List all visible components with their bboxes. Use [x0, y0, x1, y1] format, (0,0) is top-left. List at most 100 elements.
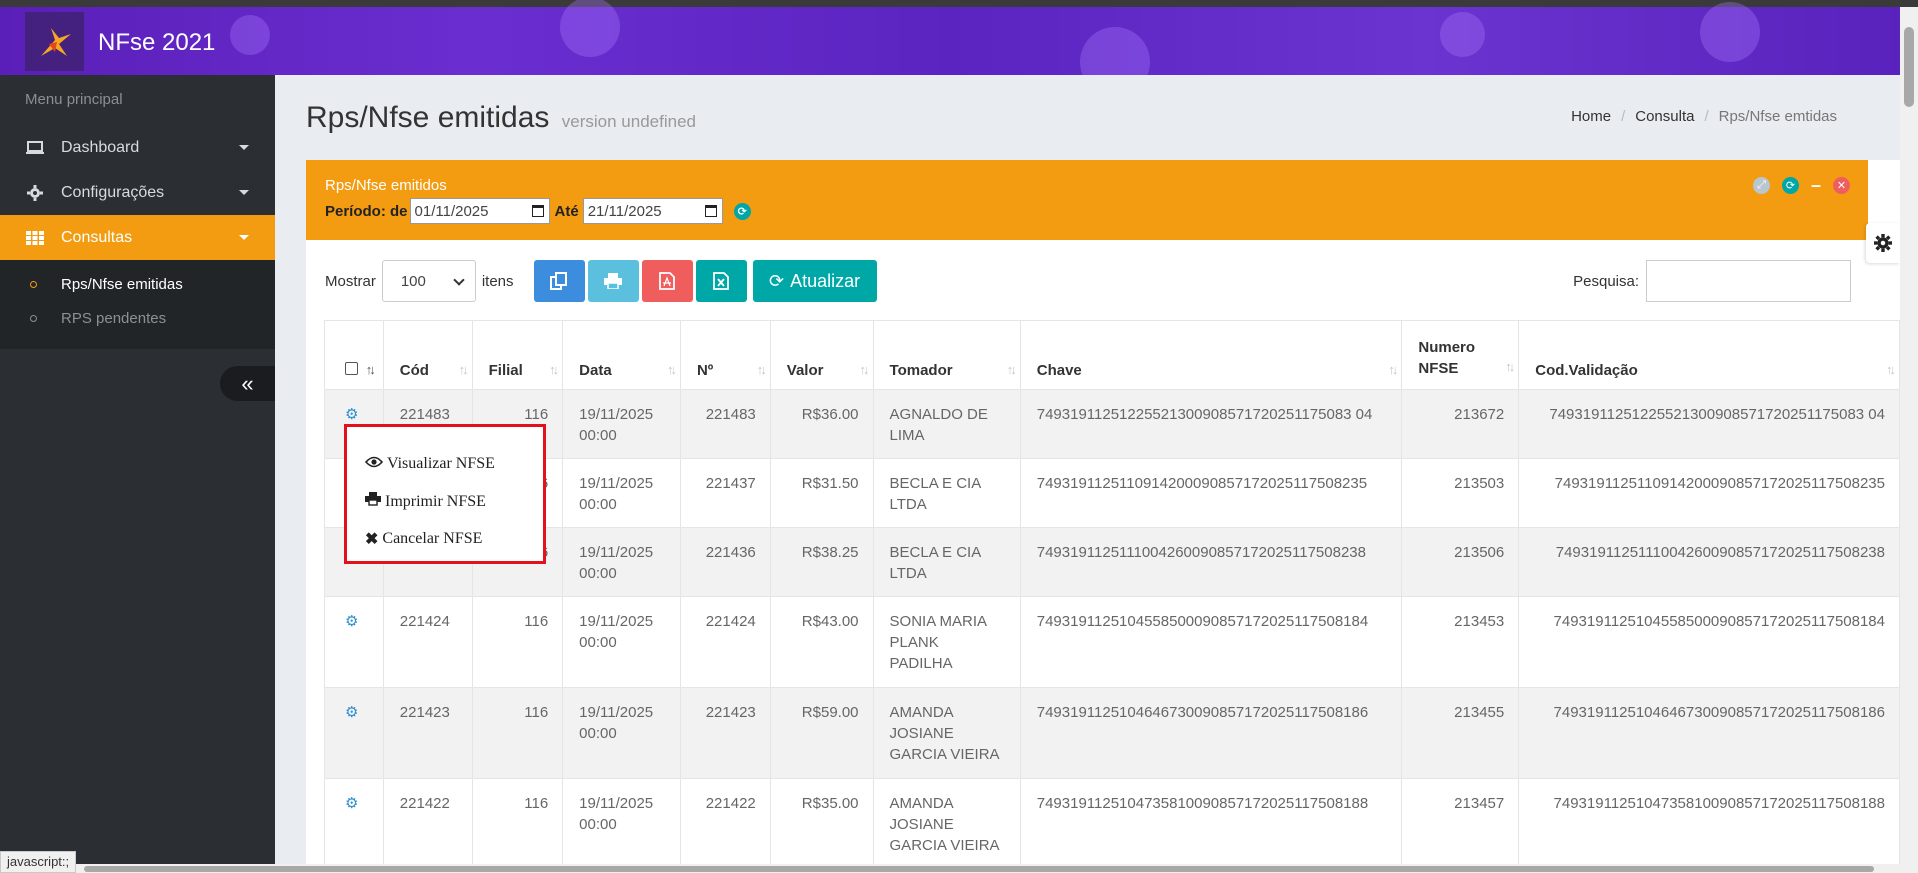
calendar-icon[interactable]	[704, 205, 717, 217]
sidebar-item-configuracoes[interactable]: Configurações	[0, 170, 275, 215]
cell-numero: 221436	[679, 527, 771, 597]
settings-toggle-button[interactable]	[1866, 223, 1900, 263]
breadcrumb-separator: /	[1704, 108, 1709, 125]
column-header-numero-nfse[interactable]: Numero NFSE ↑↓	[1401, 320, 1520, 390]
excel-icon	[713, 272, 729, 290]
submenu-item-rps-nfse-emitidas[interactable]: Rps/Nfse emitidas	[30, 276, 183, 293]
cell-chave: 7493191125104646730090857172025117508186	[1019, 687, 1403, 779]
menu-item-visualizar-nfse[interactable]: Visualizar NFSE	[364, 455, 495, 473]
gear-icon[interactable]: ⚙	[345, 795, 358, 812]
cell-cod-validacao: 74931911251225521300908571720251175083 0…	[1518, 389, 1900, 459]
column-label: Filial	[488, 362, 523, 379]
column-label: Nº	[696, 362, 714, 379]
gear-icon[interactable]: ⚙	[345, 704, 358, 721]
panel-tools: ⤢ ⟳ – ✕	[1752, 175, 1850, 196]
app-title: NFse 2021	[98, 29, 216, 56]
window-top-strip	[0, 0, 1918, 7]
search-label: Pesquisa:	[1573, 272, 1639, 290]
column-header-cod[interactable]: Cód ↑↓	[382, 320, 473, 390]
column-header-cod-validacao[interactable]: Cod.Validação ↑↓	[1518, 320, 1900, 390]
cell-chave: 7493191125104558500090857172025117508184	[1019, 596, 1403, 688]
vertical-scrollbar[interactable]	[1900, 7, 1918, 864]
gear-icon[interactable]: ⚙	[345, 613, 358, 630]
gear-icon	[25, 184, 45, 202]
cell-numero-nfse: 213672	[1401, 389, 1520, 459]
print-button[interactable]	[587, 260, 639, 302]
table-row[interactable]: ⚙ 221483 116 19/11/2025 00:00 221483 R$3…	[324, 389, 1900, 459]
column-header-numero[interactable]: Nº ↑↓	[679, 320, 771, 390]
items-label: itens	[481, 272, 514, 290]
sidebar: Menu principal Dashboard Configurações C…	[0, 75, 275, 873]
gear-icon[interactable]: ⚙	[345, 406, 358, 423]
cell-data: 19/11/2025 00:00	[562, 687, 681, 779]
table-row[interactable]: ⚙ 221423 116 19/11/2025 00:00 221423 R$5…	[324, 687, 1900, 779]
excel-button[interactable]	[695, 260, 747, 302]
copy-button[interactable]	[533, 260, 585, 302]
period-label: Período: de	[325, 202, 408, 220]
cell-tomador: BECLA E CIA LTDA	[872, 458, 1021, 528]
menu-item-cancelar-nfse[interactable]: ✖ Cancelar NFSE	[365, 529, 482, 549]
menu-item-imprimir-nfse[interactable]: Imprimir NFSE	[365, 492, 486, 511]
breadcrumb-consulta[interactable]: Consulta	[1635, 108, 1694, 125]
close-panel-button[interactable]: ✕	[1833, 177, 1850, 194]
breadcrumb-home[interactable]: Home	[1571, 108, 1611, 125]
circle-icon	[30, 315, 37, 322]
scrollbar-thumb[interactable]	[84, 866, 1874, 872]
table-icon	[25, 229, 45, 247]
pdf-button[interactable]	[641, 260, 693, 302]
column-label: Chave	[1036, 362, 1082, 379]
cell-tomador: AMANDA JOSIANE GARCIA VIEIRA	[872, 778, 1021, 864]
sort-icon[interactable]: ↑↓	[366, 362, 376, 377]
cell-filial: 116	[471, 687, 564, 779]
panel-header: Rps/Nfse emitidos Período: de 01/11/2025…	[306, 160, 1868, 240]
sort-icon: ↑↓	[756, 362, 767, 377]
minimize-button[interactable]: –	[1811, 175, 1821, 196]
cell-tomador: AGNALDO DE LIMA	[872, 389, 1021, 459]
app-header: NFse 2021	[0, 0, 1900, 97]
table-row[interactable]: ⚙ 221436 116 19/11/2025 00:00 221436 R$3…	[324, 527, 1900, 597]
table-row[interactable]: ⚙ 221422 116 19/11/2025 00:00 221422 R$3…	[324, 778, 1900, 864]
column-header-data[interactable]: Data ↑↓	[562, 320, 681, 390]
page-size-select[interactable]: 100	[381, 260, 476, 302]
close-icon: ✖	[365, 531, 379, 548]
chevron-down-icon	[239, 190, 249, 195]
sidebar-collapse-button[interactable]: «	[220, 366, 275, 401]
panel-refresh-button[interactable]: ⟳	[1781, 177, 1799, 194]
cell-numero-nfse: 213506	[1401, 527, 1520, 597]
column-label: Data	[579, 362, 612, 379]
sort-icon: ↑↓	[1006, 362, 1017, 377]
submenu-item-rps-pendentes[interactable]: RPS pendentes	[30, 310, 166, 327]
table-row[interactable]: ⚙ 221437 116 19/11/2025 00:00 221437 R$3…	[324, 458, 1900, 528]
column-header-chave[interactable]: Chave ↑↓	[1019, 320, 1403, 390]
column-header-valor[interactable]: Valor ↑↓	[769, 320, 874, 390]
table-row[interactable]: ⚙ 221424 116 19/11/2025 00:00 221424 R$4…	[324, 596, 1900, 688]
row-actions-cell: ⚙	[324, 778, 384, 864]
cell-numero: 221437	[679, 458, 771, 528]
page-title: Rps/Nfse emitidas version undefined	[306, 101, 696, 135]
cell-cod: 221422	[382, 778, 473, 864]
select-all-checkbox[interactable]	[345, 362, 358, 375]
scrollbar-thumb[interactable]	[1904, 27, 1914, 107]
sidebar-item-dashboard[interactable]: Dashboard	[0, 125, 275, 170]
double-chevron-left-icon: «	[241, 370, 254, 396]
calendar-icon[interactable]	[531, 205, 544, 217]
panel-title: Rps/Nfse emitidos	[325, 177, 447, 194]
column-header-tomador[interactable]: Tomador ↑↓	[872, 320, 1021, 390]
app-logo[interactable]	[25, 12, 84, 71]
sidebar-item-label: Consultas	[61, 228, 133, 246]
search-input[interactable]	[1646, 260, 1851, 302]
chevron-down-icon	[239, 145, 249, 150]
cell-numero: 221423	[679, 687, 771, 779]
sidebar-item-consultas[interactable]: Consultas	[0, 215, 275, 260]
cell-cod-validacao: 7493191125104646730090857172025117508186	[1518, 687, 1900, 779]
horizontal-scrollbar[interactable]	[0, 864, 1918, 873]
column-header-filial[interactable]: Filial ↑↓	[471, 320, 564, 390]
column-label: Numero NFSE	[1418, 339, 1476, 377]
date-from-input[interactable]: 01/11/2025	[409, 198, 550, 224]
laptop-icon	[25, 139, 45, 157]
cell-chave: 7493191125104735810090857172025117508188	[1019, 778, 1403, 864]
refresh-period-button[interactable]: ⟳	[733, 202, 751, 220]
date-to-input[interactable]: 21/11/2025	[582, 198, 723, 224]
expand-button[interactable]: ⤢	[1752, 177, 1770, 194]
update-button[interactable]: ⟳ Atualizar	[752, 260, 877, 302]
